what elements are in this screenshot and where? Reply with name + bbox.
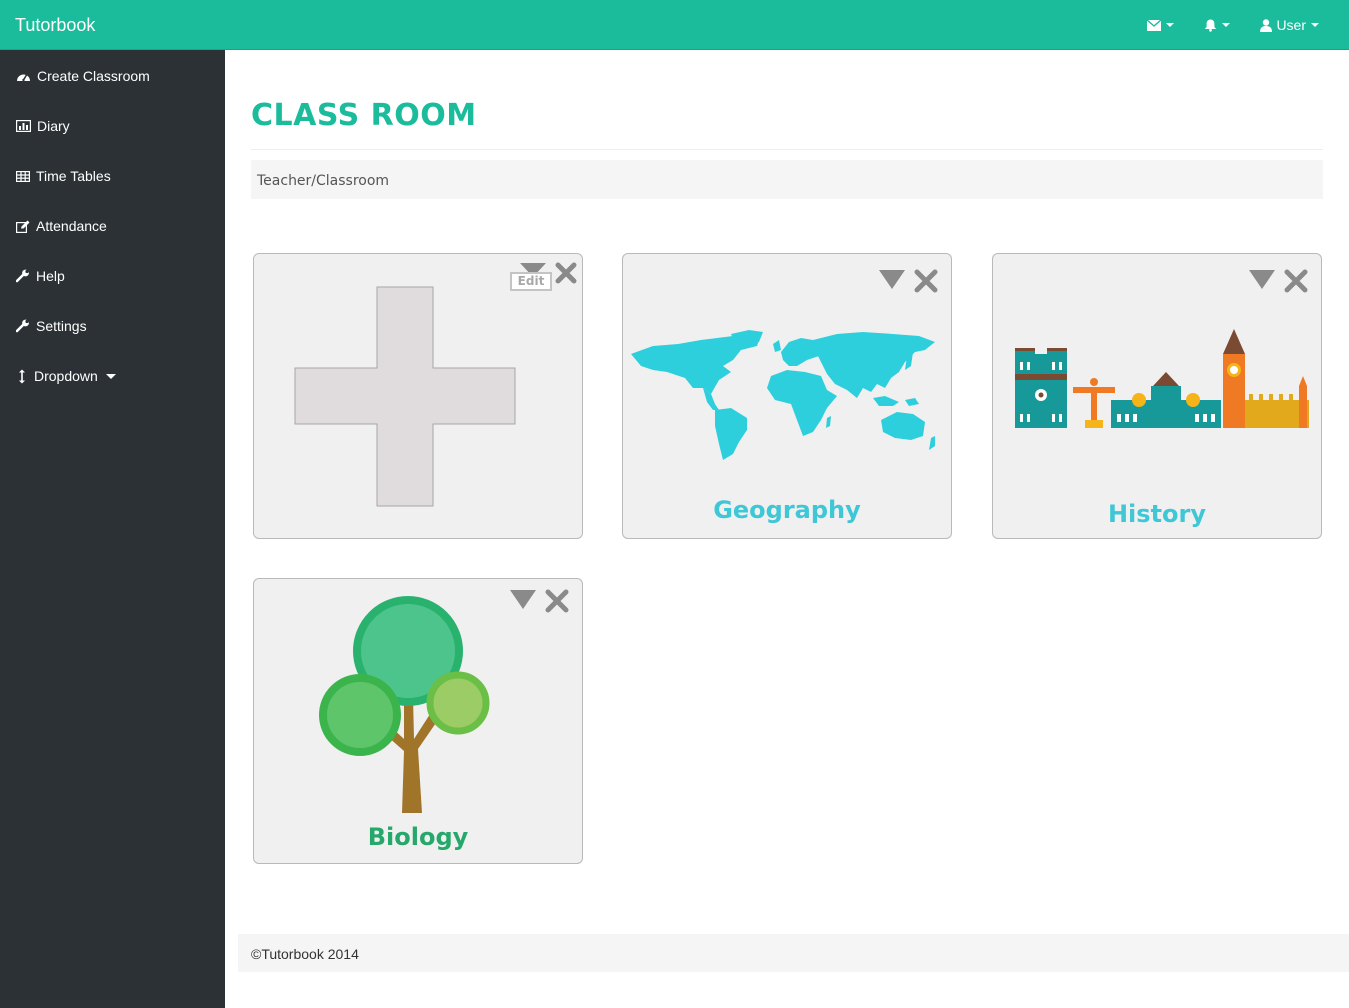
card-title: Geography [713,496,861,524]
sidebar-item-dropdown[interactable]: Dropdown [16,366,116,386]
table-icon [16,170,30,182]
edit-button[interactable]: Edit [510,272,552,291]
dashboard-icon [17,74,30,82]
card-title: Biology [367,823,469,851]
biology-card[interactable]: Biology [253,578,583,864]
edit-icon [16,220,30,233]
chevron-down-icon[interactable] [1249,270,1275,289]
bell-icon [1205,19,1217,32]
sidebar-item-label: Time Tables [36,168,111,184]
sidebar-item-label: Attendance [36,218,107,234]
chevron-down-icon [1166,23,1175,27]
history-card[interactable]: History [992,253,1322,539]
plus-icon [294,286,516,507]
top-navbar: Tutorbook User [0,0,1349,50]
wrench-icon [16,319,29,333]
close-icon[interactable] [1284,269,1308,293]
chevron-down-icon [1311,23,1319,27]
envelope-icon [1147,19,1162,31]
user-label: User [1276,17,1306,33]
card-title: History [1107,500,1207,528]
sidebar-item-label: Dropdown [34,368,98,384]
wrench-icon [16,269,29,283]
sidebar-item-label: Help [36,268,65,284]
brand-logo[interactable]: Tutorbook [15,15,95,36]
close-icon[interactable] [555,262,577,284]
messages-dropdown[interactable] [1147,19,1175,31]
user-dropdown[interactable]: User [1260,17,1319,33]
top-nav-menu: User [1117,0,1319,50]
sidebar-item-label: Settings [36,318,87,334]
geography-card[interactable]: Geography [622,253,952,539]
sidebar-item-diary[interactable]: Diary [16,116,70,136]
breadcrumb: Teacher/Classroom [251,160,1323,199]
divider [251,149,1323,150]
sidebar-item-attendance[interactable]: Attendance [16,216,107,236]
chevron-down-icon [105,373,116,379]
sidebar: Create Classroom Diary Time Tables Atten… [0,50,225,1008]
sidebar-item-create-classroom[interactable]: Create Classroom [16,66,150,86]
vertical-arrows-icon [19,369,25,383]
sidebar-item-label: Create Classroom [37,68,150,84]
close-icon[interactable] [914,269,938,293]
chevron-down-icon[interactable] [879,270,905,289]
bar-chart-icon [16,120,31,132]
sidebar-item-settings[interactable]: Settings [16,316,87,336]
tree-icon [319,596,490,813]
page-title: CLASS ROOM [251,98,477,133]
world-map-icon [631,330,935,460]
alerts-dropdown[interactable] [1204,19,1231,32]
chevron-down-icon [1222,23,1231,27]
sidebar-item-label: Diary [37,118,70,134]
add-classroom-card[interactable]: Edit [253,253,583,539]
city-skyline-icon [1015,329,1309,428]
footer: ©Tutorbook 2014 [238,934,1349,972]
sidebar-item-time-tables[interactable]: Time Tables [16,166,111,186]
sidebar-item-help[interactable]: Help [16,266,65,286]
user-icon [1260,18,1273,32]
